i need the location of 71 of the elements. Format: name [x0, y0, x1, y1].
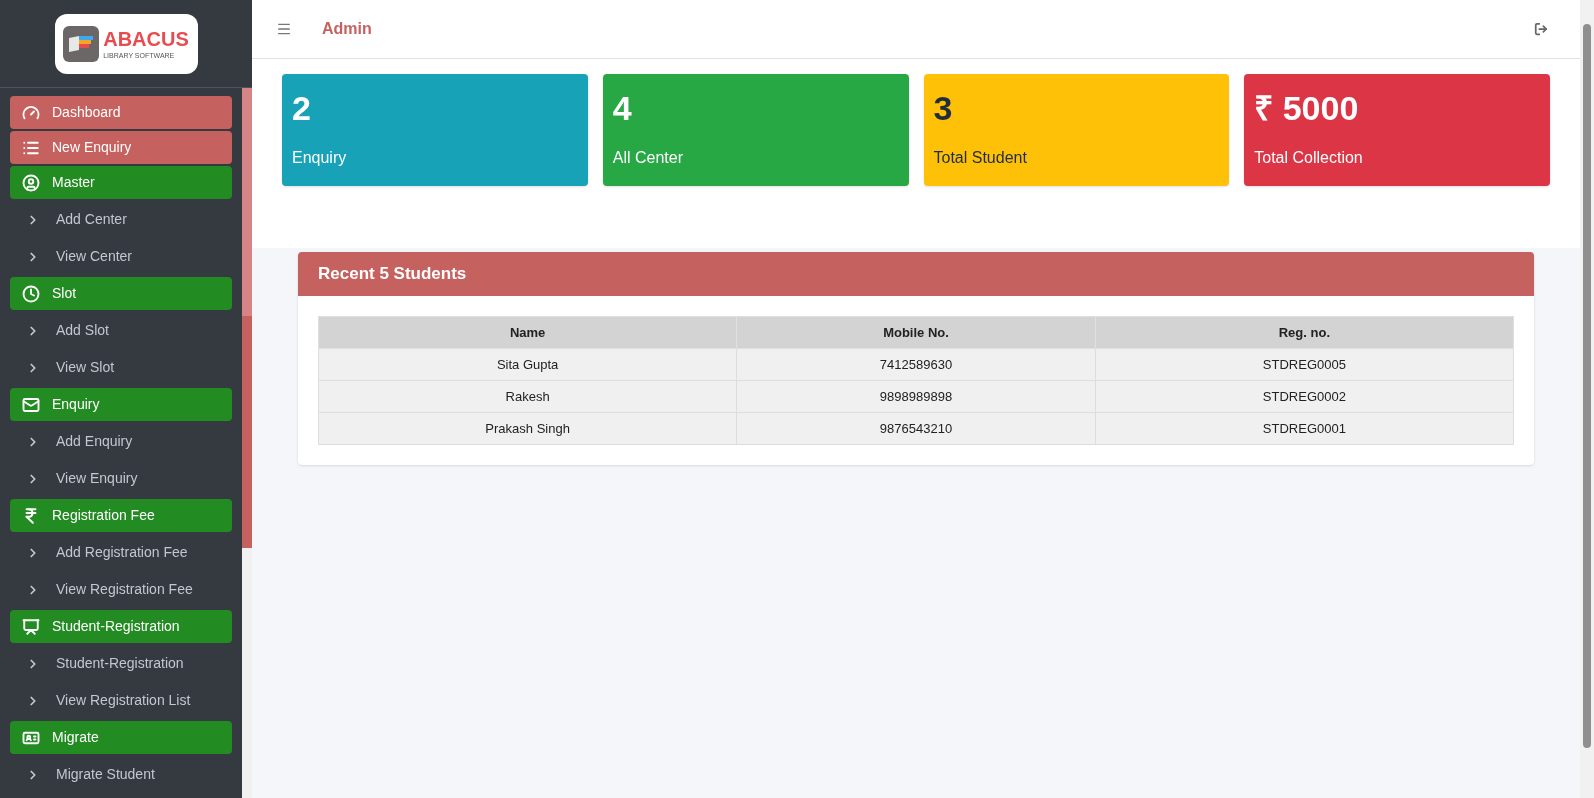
gauge-icon [22, 103, 40, 122]
sidebar-item[interactable]: Enquiry [10, 388, 232, 421]
sidebar-item-label: Student-Registration [52, 617, 180, 636]
envelope-icon [22, 395, 40, 414]
sidebar-item[interactable]: Migrate [10, 721, 232, 754]
stat-label: Total Student [933, 148, 1028, 168]
sidebar-subitem-label: View Registration Fee [56, 580, 193, 599]
menu-button[interactable] [276, 21, 292, 37]
sidebar-subitem-label: Add Enquiry [56, 432, 133, 451]
sidebar-item-label: Master [52, 173, 95, 192]
logout-button[interactable] [1534, 22, 1548, 36]
clock-icon [22, 284, 40, 303]
stat-label: All Center [612, 148, 684, 168]
stat-label: Enquiry [292, 148, 348, 168]
sidebar-item-label: New Enquiry [52, 138, 132, 157]
card-title: Recent 5 Students [318, 263, 467, 286]
sidebar-subitem[interactable]: Add Center [10, 201, 232, 238]
sidebar-subitem[interactable]: Add Enquiry [10, 423, 232, 460]
table-cell: STDREG0001 [1095, 412, 1514, 445]
sidebar-subitem-label: Add Slot [56, 321, 109, 340]
page-title: Admin [322, 19, 372, 39]
sidebar-item-label: Slot [52, 284, 77, 303]
sidebar-subitem[interactable]: Add Registration Fee [10, 534, 232, 571]
sidebar-item[interactable]: Registration Fee [10, 499, 232, 532]
table-cell: 9876543210 [736, 412, 1096, 445]
sidebar-subitem[interactable]: View Registration List [10, 682, 232, 719]
sidebar-subitem[interactable]: View Slot [10, 349, 232, 386]
table-cell: 9898989898 [736, 380, 1096, 413]
sidebar-item[interactable]: Dashboard [10, 96, 232, 129]
table-cell: Prakash Singh [318, 412, 737, 445]
sidebar-subitem-label: View Registration List [56, 691, 191, 710]
table-cell: STDREG0002 [1095, 380, 1514, 413]
sidebar-item-label: Registration Fee [52, 506, 155, 525]
sidebar-item[interactable]: Slot [10, 277, 232, 310]
stat-value: ₹ 5000 [1254, 88, 1360, 129]
user-circle-icon [22, 173, 40, 192]
column-header: Mobile No. [736, 316, 1096, 349]
column-header: Name [318, 316, 737, 349]
sidebar-item[interactable]: Student-Registration [10, 610, 232, 643]
sidebar-subitem-label: Add Center [56, 210, 127, 229]
table-cell: Rakesh [318, 380, 737, 413]
sidebar-subitem[interactable]: View Enquiry [10, 460, 232, 497]
teacher-board-icon [22, 617, 40, 636]
sidebar-scrollbar[interactable] [242, 88, 252, 798]
sidebar-subitem-label: Add Registration Fee [56, 543, 188, 562]
column-header: Reg. no. [1095, 316, 1514, 349]
sidebar-item[interactable]: New Enquiry [10, 131, 232, 164]
logo-title: ABACUS [103, 28, 189, 49]
sidebar-subitem-label: View Enquiry [56, 469, 138, 488]
sidebar-subitem[interactable]: Student-Registration [10, 645, 232, 682]
sidebar-subitem-label: Migrate Student [56, 765, 155, 784]
page-scrollbar[interactable] [1580, 0, 1594, 798]
sidebar-subitem[interactable]: View Registration Fee [10, 571, 232, 608]
table-cell: Sita Gupta [318, 348, 737, 381]
sidebar-item-label: Migrate [52, 728, 99, 747]
sidebar-item[interactable]: Master [10, 166, 232, 199]
sidebar-subitem-label: View Center [56, 247, 132, 266]
sidebar-subitem-label: View Slot [56, 358, 115, 377]
book-logo-icon [63, 25, 100, 62]
sidebar-item-label: Enquiry [52, 395, 100, 414]
stat-value: 4 [612, 88, 633, 129]
sidebar-subitem-label: Student-Registration [56, 654, 184, 673]
table-cell: 7412589630 [736, 348, 1096, 381]
sidebar-subitem[interactable]: Migrate Student [10, 756, 232, 793]
table-cell: STDREG0005 [1095, 348, 1514, 381]
stat-label: Total Collection [1254, 148, 1364, 168]
stat-value: 3 [933, 88, 954, 129]
sidebar-subitem[interactable]: Add Slot [10, 312, 232, 349]
stat-value: 2 [292, 88, 312, 129]
sidebar-item-label: Dashboard [52, 103, 121, 122]
sidebar-subitem[interactable]: View Center [10, 238, 232, 275]
